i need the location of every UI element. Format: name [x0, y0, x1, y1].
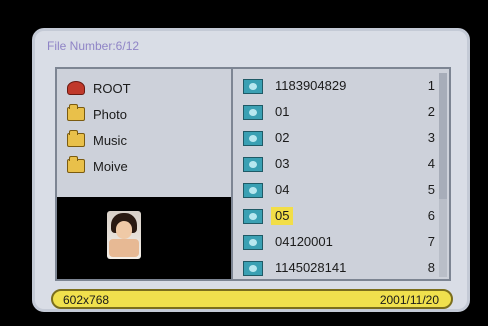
folder-icon	[67, 156, 85, 173]
file-row-selected[interactable]: 05 6	[243, 203, 441, 229]
directory-item-label: ROOT	[93, 80, 131, 96]
directory-pane: ROOT Photo Music Moive	[55, 67, 233, 281]
image-file-icon	[243, 104, 263, 120]
image-file-icon	[243, 234, 263, 250]
file-number-label: File Number:6/12	[47, 39, 140, 53]
file-name: 1183904829	[275, 78, 347, 93]
folder-icon	[67, 130, 85, 147]
file-row[interactable]: 03 4	[243, 151, 441, 177]
image-resolution: 602x768	[63, 293, 110, 307]
photo-preview	[57, 197, 231, 279]
image-date: 2001/11/20	[379, 293, 439, 307]
file-index: 8	[427, 260, 435, 275]
file-name: 03	[275, 156, 290, 171]
file-row[interactable]: 01 2	[243, 99, 441, 125]
top-caption	[140, 0, 260, 5]
scrollbar-thumb[interactable]	[439, 73, 447, 199]
file-index: 7	[427, 234, 435, 249]
file-name: 01	[275, 104, 290, 119]
file-row[interactable]: 1183904829 1	[243, 73, 441, 99]
directory-item-root[interactable]: ROOT	[67, 75, 131, 101]
directory-item-music[interactable]: Music	[67, 127, 131, 153]
image-file-icon	[243, 260, 263, 276]
file-index: 6	[427, 208, 435, 223]
file-list-pane: 1183904829 1 01 2 02 3 03 4 04 5 05 6 04…	[233, 67, 451, 281]
folder-icon	[67, 104, 85, 121]
file-row[interactable]: 02 3	[243, 125, 441, 151]
file-row[interactable]: 04 5	[243, 177, 441, 203]
file-row[interactable]: 04120001 7	[243, 229, 441, 255]
image-file-icon	[243, 156, 263, 172]
directory-list: ROOT Photo Music Moive	[67, 75, 131, 179]
file-list-scrollbar[interactable]	[439, 73, 447, 277]
root-icon	[67, 81, 85, 95]
file-index: 1	[427, 78, 435, 93]
file-browser-window: File Number:6/12 ROOT Photo Music Moive	[32, 28, 470, 312]
thumbnail-hands	[109, 239, 139, 257]
file-name: 04	[275, 182, 290, 197]
file-index: 5	[427, 182, 435, 197]
image-file-icon	[243, 182, 263, 198]
file-index: 2	[427, 104, 435, 119]
directory-item-label: Photo	[93, 106, 127, 122]
file-row[interactable]: 1145028141 8	[243, 255, 441, 281]
file-name: 02	[275, 130, 290, 145]
thumbnail-image	[107, 211, 141, 259]
directory-item-label: Music	[93, 132, 127, 148]
directory-item-moive[interactable]: Moive	[67, 153, 131, 179]
image-file-icon	[243, 130, 263, 146]
file-name: 04120001	[275, 234, 333, 249]
file-index: 3	[427, 130, 435, 145]
directory-item-photo[interactable]: Photo	[67, 101, 131, 127]
file-list: 1183904829 1 01 2 02 3 03 4 04 5 05 6 04…	[243, 73, 441, 281]
image-file-icon	[243, 208, 263, 224]
thumbnail-face	[116, 221, 132, 239]
status-bar: 602x768 2001/11/20	[51, 289, 453, 309]
file-name: 05	[271, 207, 294, 225]
file-index: 4	[427, 156, 435, 171]
file-name: 1145028141	[275, 260, 347, 275]
directory-item-label: Moive	[93, 158, 128, 174]
image-file-icon	[243, 78, 263, 94]
